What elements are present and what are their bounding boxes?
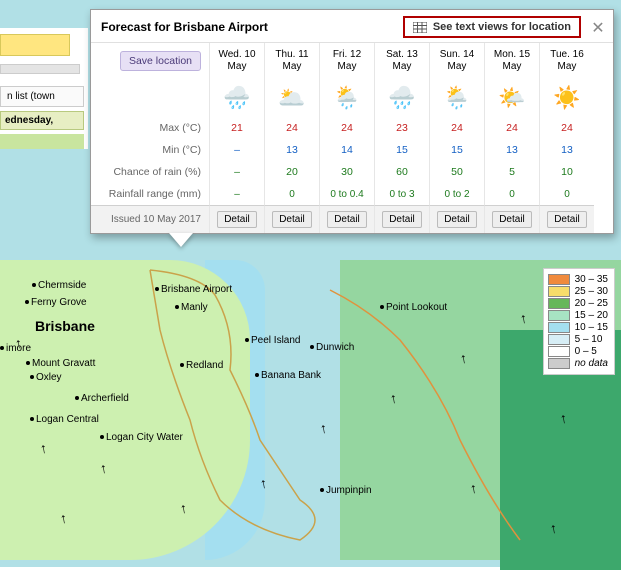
range-value: 0 to 2 bbox=[429, 183, 484, 205]
legend-row: 30 – 35 bbox=[548, 274, 608, 285]
min-value: 14 bbox=[319, 139, 374, 161]
map-land bbox=[0, 260, 250, 560]
range-value: 0 bbox=[484, 183, 539, 205]
left-sidebar-fragment: n list (town ednesday, bbox=[0, 28, 88, 149]
legend-row: 15 – 20 bbox=[548, 310, 608, 321]
row-label-chance: Chance of rain (%) bbox=[91, 161, 209, 183]
chance-value: 60 bbox=[374, 161, 429, 183]
max-value: 24 bbox=[264, 117, 319, 139]
detail-cell: Detail bbox=[374, 205, 429, 233]
detail-cell: Detail bbox=[319, 205, 374, 233]
day-header: Fri. 12May bbox=[319, 43, 374, 79]
save-location-button[interactable]: Save location bbox=[120, 51, 201, 72]
forecast-popup: Forecast for Brisbane Airport See text v… bbox=[90, 9, 614, 234]
day-header: Sun. 14May bbox=[429, 43, 484, 79]
min-value: 13 bbox=[539, 139, 594, 161]
weather-icon: ☀️ bbox=[539, 79, 594, 117]
chance-value: – bbox=[209, 161, 264, 183]
icon-rowlabel bbox=[91, 79, 209, 117]
legend-row: no data bbox=[548, 358, 608, 369]
weather-icon: 🌦️ bbox=[429, 79, 484, 117]
max-value: 24 bbox=[429, 117, 484, 139]
range-value: 0 to 3 bbox=[374, 183, 429, 205]
text-views-button[interactable]: See text views for location bbox=[403, 16, 581, 38]
day-header: Thu. 11May bbox=[264, 43, 319, 79]
day-header: Wed. 10May bbox=[209, 43, 264, 79]
max-value: 24 bbox=[319, 117, 374, 139]
max-value: 23 bbox=[374, 117, 429, 139]
weather-icon: 🌧️ bbox=[209, 79, 264, 117]
day-header: Sat. 13May bbox=[374, 43, 429, 79]
min-value: – bbox=[209, 139, 264, 161]
detail-button[interactable]: Detail bbox=[327, 211, 367, 228]
max-value: 21 bbox=[209, 117, 264, 139]
detail-button[interactable]: Detail bbox=[547, 211, 587, 228]
day-header: Mon. 15May bbox=[484, 43, 539, 79]
legend-row: 10 – 15 bbox=[548, 322, 608, 333]
weather-icon: 🌥️ bbox=[264, 79, 319, 117]
range-value: 0 to 0.4 bbox=[319, 183, 374, 205]
map-legend: 30 – 3525 – 3020 – 2515 – 2010 – 155 – 1… bbox=[543, 268, 615, 375]
chance-value: 10 bbox=[539, 161, 594, 183]
issued-text: Issued 10 May 2017 bbox=[91, 205, 209, 233]
grid-icon bbox=[413, 22, 427, 33]
detail-button[interactable]: Detail bbox=[492, 211, 532, 228]
row-label-min: Min (°C) bbox=[91, 139, 209, 161]
detail-cell: Detail bbox=[484, 205, 539, 233]
chance-value: 5 bbox=[484, 161, 539, 183]
min-value: 15 bbox=[374, 139, 429, 161]
row-label-max: Max (°C) bbox=[91, 117, 209, 139]
chance-value: 50 bbox=[429, 161, 484, 183]
detail-cell: Detail bbox=[264, 205, 319, 233]
popup-title: Forecast for Brisbane Airport bbox=[101, 20, 403, 34]
max-value: 24 bbox=[484, 117, 539, 139]
range-value: 0 bbox=[539, 183, 594, 205]
detail-cell: Detail bbox=[539, 205, 594, 233]
range-value: 0 bbox=[264, 183, 319, 205]
legend-row: 25 – 30 bbox=[548, 286, 608, 297]
detail-button[interactable]: Detail bbox=[272, 211, 312, 228]
detail-button[interactable]: Detail bbox=[437, 211, 477, 228]
max-value: 24 bbox=[539, 117, 594, 139]
min-value: 13 bbox=[264, 139, 319, 161]
forecast-table: Save location Wed. 10MayThu. 11MayFri. 12… bbox=[91, 42, 613, 233]
text-views-label: See text views for location bbox=[433, 21, 571, 33]
detail-cell: Detail bbox=[429, 205, 484, 233]
weather-icon: 🌧️ bbox=[374, 79, 429, 117]
weather-icon: 🌤️ bbox=[484, 79, 539, 117]
day-header: Tue. 16May bbox=[539, 43, 594, 79]
chance-value: 30 bbox=[319, 161, 374, 183]
save-cell: Save location bbox=[91, 43, 209, 79]
close-icon[interactable]: ✕ bbox=[589, 18, 607, 36]
min-value: 13 bbox=[484, 139, 539, 161]
weather-icon: 🌦️ bbox=[319, 79, 374, 117]
legend-row: 0 – 5 bbox=[548, 346, 608, 357]
detail-button[interactable]: Detail bbox=[217, 211, 257, 228]
detail-cell: Detail bbox=[209, 205, 264, 233]
detail-button[interactable]: Detail bbox=[382, 211, 422, 228]
chance-value: 20 bbox=[264, 161, 319, 183]
legend-row: 20 – 25 bbox=[548, 298, 608, 309]
min-value: 15 bbox=[429, 139, 484, 161]
legend-row: 5 – 10 bbox=[548, 334, 608, 345]
row-label-range: Rainfall range (mm) bbox=[91, 183, 209, 205]
range-value: – bbox=[209, 183, 264, 205]
